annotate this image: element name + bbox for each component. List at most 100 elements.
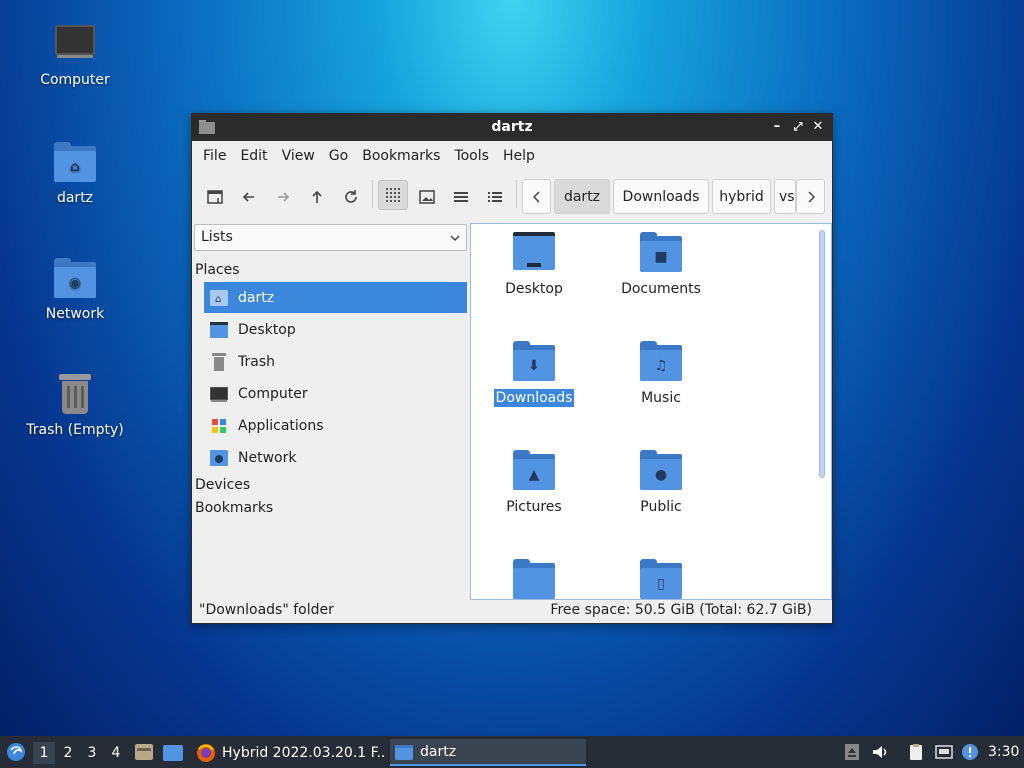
file-item-music[interactable]: ♫ Music [606, 341, 716, 407]
places-heading[interactable]: Places [195, 262, 240, 278]
desktop-icon-network[interactable]: ◉ Network [10, 256, 140, 322]
path-crumb-dartz[interactable]: dartz [554, 179, 610, 214]
computer-icon [53, 22, 97, 66]
home-folder-icon: ⌂ [209, 288, 229, 308]
file-manager-launcher-icon[interactable] [134, 742, 154, 762]
menu-bookmarks[interactable]: Bookmarks [355, 148, 447, 164]
workspace-2[interactable]: 2 [57, 742, 79, 764]
menu-view[interactable]: View [275, 148, 322, 164]
show-desktop-icon[interactable] [162, 742, 184, 762]
downloads-folder-icon: ⬇ [513, 341, 555, 381]
back-button[interactable] [234, 182, 264, 212]
file-manager-window: dartz – ⤢ ✕ File Edit View Go Bookmarks … [191, 113, 833, 624]
sidebar-item-label: Desktop [238, 321, 296, 338]
volume-icon[interactable] [871, 743, 889, 761]
home-folder-icon: ⌂ [53, 140, 97, 184]
vertical-scrollbar[interactable] [819, 230, 825, 478]
toolbar-separator [372, 180, 373, 208]
menu-tools[interactable]: Tools [447, 148, 496, 164]
path-crumb-hybrid[interactable]: hybrid [712, 179, 771, 214]
maximize-icon[interactable]: ⤢ [789, 118, 807, 136]
menu-go[interactable]: Go [322, 148, 355, 164]
toolbar-separator [516, 180, 517, 208]
sidebar-item-desktop[interactable]: Desktop [204, 314, 467, 345]
menu-help[interactable]: Help [496, 148, 542, 164]
path-scroll-left-button[interactable] [522, 179, 551, 214]
pictures-folder-icon: ▲ [513, 450, 555, 490]
network-folder-icon [209, 448, 229, 468]
bookmarks-heading[interactable]: Bookmarks [195, 500, 273, 516]
firefox-icon [197, 743, 215, 762]
task-firefox[interactable]: Hybrid 2022.03.20.1 F... [192, 739, 384, 766]
public-folder-icon: ● [640, 450, 682, 490]
icon-view-button[interactable] [378, 180, 408, 210]
task-label: dartz [420, 743, 457, 760]
task-label: Hybrid 2022.03.20.1 F... [222, 744, 384, 761]
desktop-icon-trash[interactable]: Trash (Empty) [10, 372, 140, 438]
desktop-icon-home[interactable]: ⌂ dartz [10, 140, 140, 206]
sidebar-item-applications[interactable]: Applications [204, 410, 467, 441]
title-bar[interactable]: dartz – ⤢ ✕ [192, 114, 832, 141]
minimize-icon[interactable]: – [768, 118, 786, 136]
forward-button[interactable] [268, 182, 298, 212]
new-window-icon [207, 190, 223, 204]
folder-icon [395, 744, 413, 760]
menu-edit[interactable]: Edit [233, 148, 274, 164]
chevron-right-icon [807, 190, 815, 203]
desktop-icon-computer[interactable]: Computer [10, 22, 140, 88]
back-icon [242, 192, 254, 202]
desktop-folder-icon [513, 232, 555, 272]
file-item-label: Music [641, 390, 681, 406]
sidebar-item-computer[interactable]: Computer [204, 378, 467, 409]
file-view[interactable]: Desktop ■ Documents ⬇ Downloads ♫ Music … [470, 223, 832, 600]
compact-view-button[interactable] [446, 182, 476, 212]
sidebar-item-label: Network [238, 449, 297, 466]
path-crumb-vs[interactable]: vs [774, 179, 796, 214]
eject-icon[interactable] [843, 743, 861, 761]
up-button[interactable] [302, 182, 332, 212]
status-free-space: Free space: 50.5 GiB (Total: 62.7 GiB) [550, 602, 812, 618]
desktop-icon-label: Network [45, 306, 105, 322]
file-item-public[interactable]: ● Public [606, 450, 716, 516]
reload-icon [345, 190, 357, 203]
new-window-button[interactable] [200, 182, 230, 212]
menu-file[interactable]: File [196, 148, 233, 164]
sidebar-item-label: Applications [238, 417, 324, 434]
path-scroll-right-button[interactable] [796, 179, 825, 214]
workspace-1[interactable]: 1 [33, 742, 55, 764]
chevron-down-icon [450, 235, 460, 242]
network-folder-icon: ◉ [53, 256, 97, 300]
clock[interactable]: 3:30 [988, 736, 1019, 768]
detailed-list-button[interactable] [480, 182, 510, 212]
sidebar-mode-value: Lists [201, 229, 233, 245]
desktop-icon-label: Computer [40, 72, 110, 88]
start-menu-icon[interactable] [6, 742, 26, 762]
file-item-documents[interactable]: ■ Documents [606, 232, 716, 298]
folder-icon [513, 559, 555, 599]
clipboard-icon[interactable] [907, 743, 925, 761]
network-icon[interactable] [935, 743, 953, 761]
computer-icon [209, 384, 229, 404]
reload-button[interactable] [336, 182, 366, 212]
notification-icon[interactable] [961, 743, 979, 761]
path-crumb-downloads[interactable]: Downloads [613, 179, 709, 214]
close-icon[interactable]: ✕ [809, 118, 827, 136]
file-item-desktop[interactable]: Desktop [479, 232, 589, 298]
sidebar-item-dartz[interactable]: ⌂ dartz [204, 282, 467, 313]
file-item-downloads[interactable]: ⬇ Downloads [479, 341, 589, 407]
templates-folder-icon: ▯ [640, 559, 682, 599]
thumbnail-view-button[interactable] [412, 182, 442, 212]
thumbnail-view-icon [419, 190, 435, 204]
sidebar-item-network[interactable]: Network [204, 442, 467, 473]
workspace-3[interactable]: 3 [81, 742, 103, 764]
sidebar-mode-select[interactable]: Lists [194, 224, 467, 251]
task-file-manager[interactable]: dartz [390, 739, 586, 766]
forward-icon [278, 192, 290, 202]
file-item-pictures[interactable]: ▲ Pictures [479, 450, 589, 516]
icon-view-icon [386, 188, 400, 202]
workspace-4[interactable]: 4 [105, 742, 127, 764]
sidebar-item-trash[interactable]: Trash [204, 346, 467, 377]
devices-heading[interactable]: Devices [195, 477, 250, 493]
file-item-label: Downloads [493, 389, 575, 407]
up-icon [312, 190, 322, 203]
